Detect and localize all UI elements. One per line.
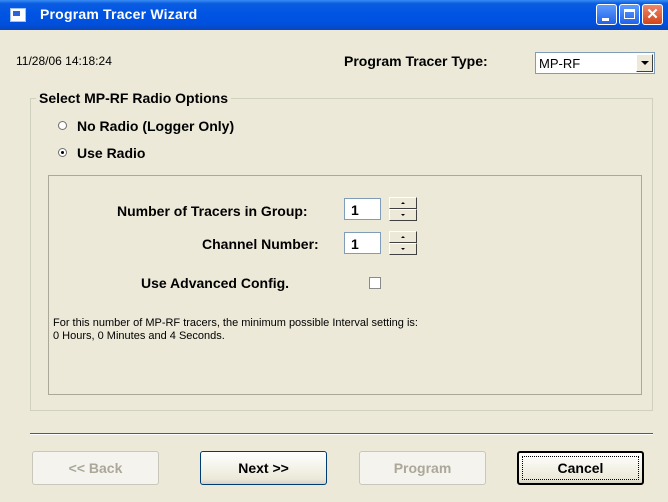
tracer-type-select[interactable]: MP-RF xyxy=(535,52,655,74)
channel-number-spinner[interactable] xyxy=(389,231,417,255)
advanced-config-label: Use Advanced Config. xyxy=(141,275,290,291)
radio-options-title: Select MP-RF Radio Options xyxy=(36,90,232,106)
close-icon: ✕ xyxy=(646,6,659,23)
spinner-up-button[interactable] xyxy=(389,197,417,209)
next-button[interactable]: Next >> xyxy=(200,451,327,485)
back-button[interactable]: << Back xyxy=(32,451,159,485)
radio-use-radio-label[interactable]: Use Radio xyxy=(77,145,145,161)
close-button[interactable]: ✕ xyxy=(642,4,663,25)
radio-no-radio-label[interactable]: No Radio (Logger Only) xyxy=(77,118,234,134)
interval-info-text: For this number of MP-RF tracers, the mi… xyxy=(53,317,418,343)
num-tracers-spinner[interactable] xyxy=(389,197,417,221)
tracer-type-label: Program Tracer Type: xyxy=(344,53,488,69)
tracer-type-value: MP-RF xyxy=(539,56,581,71)
program-tracer-wizard-window: Program Tracer Wizard ✕ 11/28/06 14:18:2… xyxy=(0,0,668,502)
cancel-button[interactable]: Cancel xyxy=(517,451,644,485)
advanced-config-checkbox[interactable] xyxy=(369,277,381,289)
focus-rectangle xyxy=(522,456,639,480)
num-tracers-input[interactable]: 1 xyxy=(344,198,381,220)
radio-button-icon[interactable] xyxy=(58,121,67,130)
timestamp: 11/28/06 14:18:24 xyxy=(16,54,112,68)
num-tracers-label: Number of Tracers in Group: xyxy=(117,203,308,219)
minimize-button[interactable] xyxy=(596,4,617,25)
title-bar[interactable]: Program Tracer Wizard ✕ xyxy=(0,0,668,30)
app-icon xyxy=(10,8,26,22)
chevron-down-icon[interactable] xyxy=(636,54,653,72)
radio-button-selected-icon[interactable] xyxy=(58,148,67,157)
channel-number-label: Channel Number: xyxy=(202,236,319,252)
spinner-down-button[interactable] xyxy=(389,209,417,221)
interval-info-line-2: 0 Hours, 0 Minutes and 4 Seconds. xyxy=(53,330,225,342)
separator-line xyxy=(30,433,653,435)
spinner-up-button[interactable] xyxy=(389,231,417,243)
interval-info-line-1: For this number of MP-RF tracers, the mi… xyxy=(53,317,418,329)
maximize-button[interactable] xyxy=(619,4,640,25)
spinner-down-button[interactable] xyxy=(389,243,417,255)
program-button[interactable]: Program xyxy=(359,451,486,485)
channel-number-input[interactable]: 1 xyxy=(344,232,381,254)
window-title: Program Tracer Wizard xyxy=(40,6,198,22)
